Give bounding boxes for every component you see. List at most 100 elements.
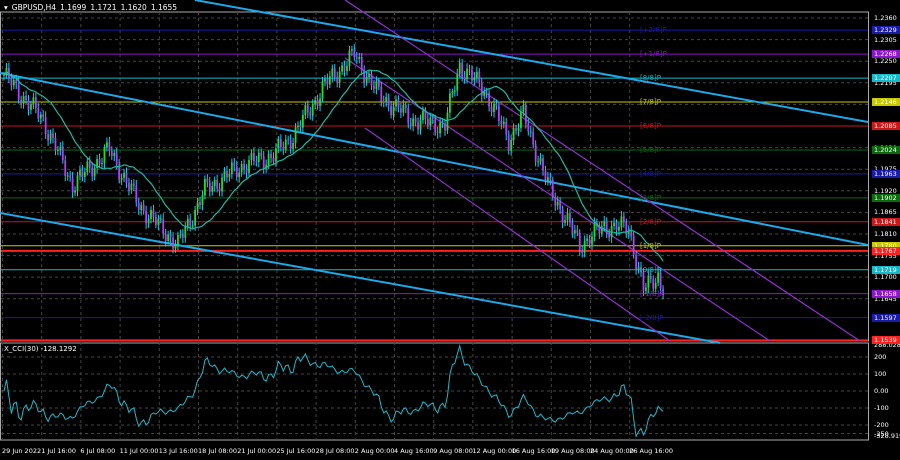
- candle-body: [461, 62, 464, 77]
- candle-body: [517, 128, 520, 131]
- candle-body: [255, 161, 258, 163]
- candle-body: [576, 230, 579, 233]
- candle-body: [495, 103, 498, 107]
- candle-body: [387, 97, 390, 106]
- price-chart[interactable]: [0, 0, 900, 460]
- candle-body: [145, 211, 147, 224]
- candle-body: [392, 106, 395, 115]
- candle-body: [12, 79, 15, 86]
- candle-body: [441, 122, 444, 124]
- candle-body: [169, 234, 172, 238]
- candle-body: [498, 106, 500, 121]
- sr-price-tag: 1.1767: [872, 246, 900, 255]
- candle-body: [613, 222, 615, 227]
- candle-body: [86, 161, 89, 172]
- candle-body: [208, 182, 211, 192]
- candle-body: [74, 190, 76, 193]
- candle-body: [407, 108, 410, 124]
- candle-body: [123, 172, 125, 178]
- candle-body: [199, 202, 201, 205]
- time-axis-label: 18 Jul 08:00: [198, 447, 237, 455]
- candle-body: [573, 230, 576, 234]
- murrey-price-tag: 1.1841: [872, 217, 900, 226]
- candle-body: [150, 209, 152, 219]
- candle-body: [106, 142, 108, 148]
- candle-body: [500, 120, 503, 125]
- candle-body: [564, 220, 566, 223]
- candle-body: [277, 139, 280, 149]
- candle-body: [267, 154, 270, 165]
- candle-body: [142, 204, 145, 212]
- candle-body: [473, 77, 476, 81]
- candle-body: [483, 92, 486, 96]
- candle-body: [52, 133, 54, 138]
- candle-body: [409, 123, 412, 126]
- candle-body: [373, 85, 375, 89]
- candle-body: [466, 68, 468, 80]
- candle-body: [468, 68, 471, 70]
- candle-body: [377, 81, 380, 87]
- candle-body: [159, 218, 162, 220]
- candle-body: [360, 57, 363, 71]
- candle-body: [115, 153, 118, 165]
- candle-body: [120, 177, 123, 180]
- candle-body: [262, 156, 265, 169]
- candle-body: [304, 105, 307, 116]
- candle-body: [30, 104, 32, 110]
- candle-body: [422, 110, 424, 121]
- candle-body: [542, 158, 544, 171]
- candle-body: [17, 83, 20, 100]
- candle-body: [603, 221, 606, 227]
- candle-body: [47, 134, 49, 141]
- candle-body: [404, 104, 407, 109]
- candle-body: [581, 250, 584, 253]
- candle-body: [351, 49, 353, 51]
- candle-body: [426, 118, 429, 126]
- candle-body: [355, 57, 358, 59]
- candle-body: [343, 65, 346, 72]
- candle-body: [233, 162, 236, 167]
- chart-window[interactable]: ▾ GBPUSD,H4 1.1699 1.1721 1.1620 1.1655 X_CCI…: [0, 0, 900, 460]
- dropdown-icon[interactable]: ▾: [4, 3, 8, 12]
- candle-body: [257, 152, 260, 162]
- candle-body: [147, 218, 150, 224]
- time-axis-label: 28 Jul 08:00: [315, 447, 355, 455]
- candle-body: [64, 160, 67, 176]
- candle-body: [649, 275, 652, 279]
- murrey-level-label: [7/8]P: [640, 98, 661, 107]
- candle-body: [593, 222, 596, 237]
- candle-body: [253, 152, 255, 162]
- cci-axis-label: 100: [874, 370, 887, 378]
- time-axis-label: 29 Jun 2022: [2, 447, 42, 455]
- candle-body: [316, 99, 319, 106]
- candle-body: [358, 57, 361, 59]
- murrey-level-label: [1/8]P: [640, 241, 661, 250]
- time-axis-label: 11 Jul 00:00: [119, 447, 159, 455]
- candle-body: [79, 170, 81, 176]
- candle-body: [186, 218, 189, 227]
- candle-body: [3, 74, 5, 76]
- murrey-level-label: [+2/8]P: [640, 26, 667, 35]
- price-axis-label: 1.1700: [874, 273, 897, 282]
- time-axis-label: 13 Jul 16:00: [158, 447, 198, 455]
- open-value: 1.1699: [60, 3, 87, 12]
- candle-body: [478, 71, 481, 84]
- candle-body: [164, 234, 167, 242]
- candle-body: [353, 49, 356, 58]
- candle-body: [547, 177, 549, 181]
- candle-body: [22, 95, 25, 104]
- candle-body: [346, 66, 348, 72]
- murrey-level-label: [+1/8]P: [640, 50, 667, 59]
- candle-body: [196, 202, 199, 210]
- cci-axis-label: 200: [874, 353, 887, 361]
- time-axis-label: 24 Aug 00:00: [590, 447, 634, 455]
- candle-body: [243, 164, 245, 170]
- candle-body: [130, 183, 133, 191]
- candle-body: [591, 236, 593, 245]
- candle-body: [245, 169, 248, 174]
- candle-body: [412, 118, 415, 126]
- candle-body: [191, 225, 194, 227]
- candle-body: [571, 222, 574, 234]
- candle-body: [632, 235, 635, 255]
- candle-body: [319, 98, 321, 106]
